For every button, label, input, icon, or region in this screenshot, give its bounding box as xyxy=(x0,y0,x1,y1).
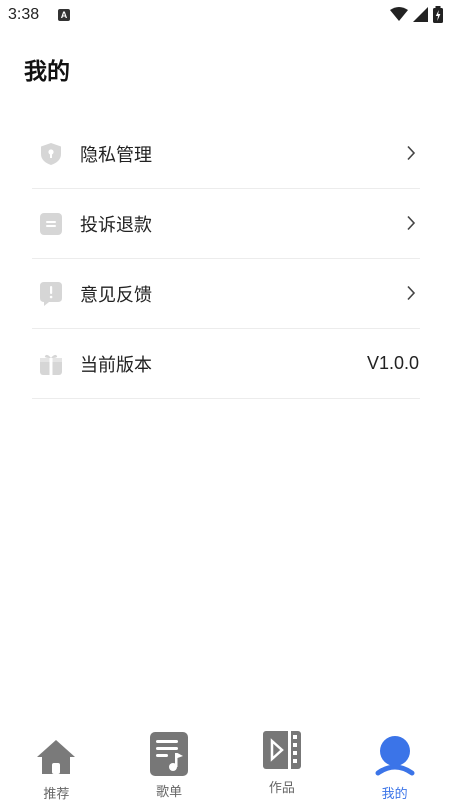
shield-icon xyxy=(39,142,63,166)
menu-item-privacy[interactable]: 隐私管理 xyxy=(32,119,420,189)
notification-badge: A xyxy=(58,9,70,21)
menu-item-label: 投诉退款 xyxy=(80,214,152,236)
tab-works[interactable]: 作品 xyxy=(226,731,339,803)
tab-label: 作品 xyxy=(268,781,295,796)
feedback-icon xyxy=(39,281,63,306)
user-icon xyxy=(375,736,415,776)
settings-menu: 隐私管理 投诉退款 意见反馈 当前版本 V1.0.0 xyxy=(32,119,420,399)
chevron-right-icon xyxy=(407,215,416,231)
tab-label: 我的 xyxy=(381,787,408,802)
home-icon xyxy=(37,740,76,774)
music-list-icon xyxy=(150,732,189,776)
status-time: 3:38 xyxy=(8,6,40,23)
menu-item-label: 意见反馈 xyxy=(80,284,152,306)
wifi-icon xyxy=(390,7,408,21)
tab-playlist[interactable]: 歌单 xyxy=(113,732,226,803)
tab-label: 推荐 xyxy=(43,787,70,802)
version-value: V1.0.0 xyxy=(366,353,419,373)
gift-box-icon xyxy=(39,352,63,376)
menu-item-feedback[interactable]: 意见反馈 xyxy=(32,259,420,329)
status-bar: 3:38 A xyxy=(0,0,451,30)
page-title: 我的 xyxy=(24,59,70,85)
signal-icon xyxy=(413,7,428,22)
bottom-tab-bar: 推荐 歌单 作品 我的 xyxy=(0,731,451,803)
menu-item-label: 当前版本 xyxy=(80,354,152,376)
tab-label: 歌单 xyxy=(156,785,183,800)
status-icons xyxy=(390,6,443,23)
menu-item-label: 隐私管理 xyxy=(80,144,152,166)
menu-item-complaint-refund[interactable]: 投诉退款 xyxy=(32,189,420,259)
chevron-right-icon xyxy=(407,285,416,301)
battery-charging-icon xyxy=(433,6,443,23)
menu-item-version: 当前版本 V1.0.0 xyxy=(32,329,420,399)
chevron-right-icon xyxy=(407,145,416,161)
tab-mine[interactable]: 我的 xyxy=(338,733,451,803)
document-icon xyxy=(39,212,63,236)
tab-recommend[interactable]: 推荐 xyxy=(0,733,113,803)
video-work-icon xyxy=(262,731,301,769)
